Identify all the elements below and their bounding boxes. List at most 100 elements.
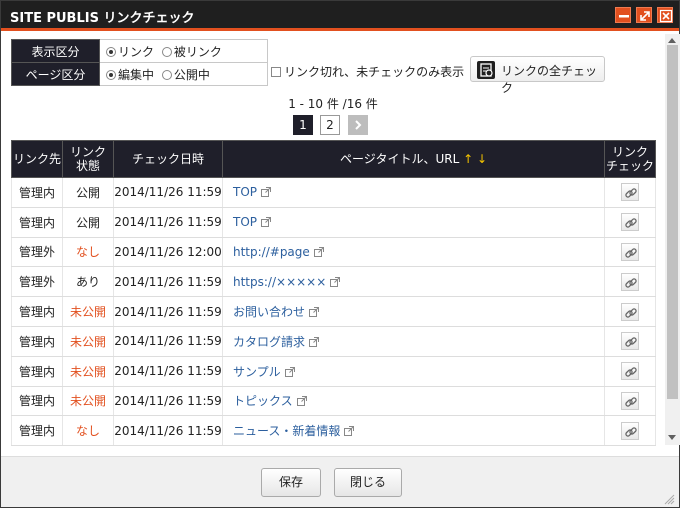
- cell-check: [604, 266, 656, 298]
- cell-dest: 管理内: [11, 207, 63, 238]
- radio-backlink-label[interactable]: 被リンク: [174, 45, 222, 59]
- header-check-line1: リンク: [611, 145, 648, 159]
- external-link-icon[interactable]: [310, 245, 324, 259]
- cell-check: [604, 386, 656, 417]
- cell-title: http://#page: [222, 237, 605, 268]
- header-check-line2: チェック: [605, 159, 654, 173]
- maximize-button[interactable]: [636, 7, 652, 23]
- cell-check: [604, 207, 656, 238]
- cell-date: 2014/11/26 12:00: [113, 237, 223, 268]
- cell-date: 2014/11/26 11:59: [113, 386, 223, 417]
- link-check-button[interactable]: [621, 183, 639, 202]
- header-status-line2: 状態: [75, 159, 100, 173]
- cell-title: トピックス: [222, 386, 605, 417]
- page-1-button[interactable]: 1: [293, 115, 313, 135]
- display-type-label: 表示区分: [11, 39, 100, 63]
- title-bar[interactable]: SITE PUBLIS リンクチェック: [1, 1, 679, 31]
- external-link-icon[interactable]: [326, 275, 341, 289]
- cell-dest: 管理内: [11, 296, 63, 327]
- cell-status: なし: [62, 237, 114, 268]
- header-dest: リンク先: [11, 140, 63, 178]
- link-check-button[interactable]: [621, 272, 639, 291]
- table-row: 管理外 あり 2014/11/26 11:59 https://×××××: [11, 266, 656, 298]
- cell-check: [604, 237, 656, 268]
- save-button[interactable]: 保存: [261, 468, 321, 497]
- cell-date: 2014/11/26 11:59: [113, 266, 223, 298]
- sort-desc-icon[interactable]: ↓: [477, 152, 487, 166]
- check-all-label: リンクの全チェック: [501, 64, 598, 95]
- link-check-button[interactable]: [621, 332, 639, 351]
- cell-status: なし: [62, 415, 114, 447]
- external-link-icon[interactable]: [257, 185, 272, 199]
- radio-editing[interactable]: [106, 69, 116, 80]
- external-link-icon[interactable]: [340, 424, 355, 438]
- cell-status: 公開: [62, 207, 114, 238]
- cell-status: 未公開: [62, 356, 114, 387]
- radio-link[interactable]: [106, 46, 116, 57]
- external-link-icon[interactable]: [305, 305, 320, 319]
- cell-dest: 管理内: [11, 326, 63, 357]
- table-row: 管理内 未公開 2014/11/26 11:59 お問い合わせ: [11, 296, 656, 327]
- page-2-button[interactable]: 2: [320, 115, 340, 135]
- cell-date: 2014/11/26 11:59: [113, 296, 223, 327]
- link-check-button[interactable]: [621, 242, 639, 261]
- link-check-button[interactable]: [621, 391, 639, 410]
- scroll-down-icon[interactable]: [668, 435, 676, 440]
- minimize-button[interactable]: [615, 7, 631, 23]
- cell-dest: 管理内: [11, 177, 63, 208]
- scroll-up-icon[interactable]: [668, 38, 676, 43]
- page-link[interactable]: http://#page: [233, 245, 310, 259]
- cell-title: TOP: [222, 177, 605, 208]
- cell-date: 2014/11/26 11:59: [113, 326, 223, 357]
- cell-date: 2014/11/26 11:59: [113, 177, 223, 208]
- vertical-scrollbar[interactable]: [665, 34, 680, 445]
- window-title: SITE PUBLIS リンクチェック: [10, 11, 195, 26]
- cell-check: [604, 296, 656, 327]
- link-check-button[interactable]: [621, 421, 639, 440]
- page-link[interactable]: カタログ請求: [233, 335, 305, 349]
- content-area: 表示区分 リンク 被リンク ページ区分 編集中 公開中 リンク切れ、未チェックの…: [1, 34, 665, 454]
- table-row: 管理外 なし 2014/11/26 12:00 http://#page: [11, 237, 656, 268]
- radio-published-label[interactable]: 公開中: [174, 68, 210, 82]
- resize-grip-icon[interactable]: [663, 493, 675, 505]
- broken-only-filter[interactable]: リンク切れ、未チェックのみ表示: [271, 63, 464, 80]
- next-page-button[interactable]: [348, 115, 368, 135]
- display-type-options: リンク 被リンク: [99, 39, 268, 63]
- page-link[interactable]: お問い合わせ: [233, 305, 305, 319]
- minimize-icon: [619, 15, 629, 18]
- cell-check: [604, 177, 656, 208]
- header-check: リンク チェック: [604, 140, 656, 178]
- external-link-icon[interactable]: [281, 365, 295, 379]
- page-link[interactable]: https://×××××: [233, 275, 326, 289]
- header-title-label: ページタイトル、URL: [339, 152, 460, 166]
- sort-asc-icon[interactable]: ↑: [463, 152, 473, 166]
- check-all-icon: [477, 61, 495, 79]
- close-window-button[interactable]: [657, 7, 673, 23]
- cell-check: [604, 326, 656, 357]
- radio-link-label[interactable]: リンク: [118, 45, 154, 59]
- header-title: ページタイトル、URL ↑ ↓: [222, 140, 605, 178]
- external-link-icon[interactable]: [293, 394, 307, 408]
- close-button[interactable]: 閉じる: [334, 468, 402, 497]
- radio-published[interactable]: [161, 69, 172, 80]
- broken-only-label[interactable]: リンク切れ、未チェックのみ表示: [284, 65, 464, 79]
- page-link[interactable]: トピックス: [233, 394, 293, 408]
- page-link[interactable]: サンプル: [233, 365, 281, 379]
- page-link[interactable]: TOP: [233, 185, 257, 199]
- cell-status: 未公開: [62, 326, 114, 357]
- link-check-button[interactable]: [621, 213, 639, 232]
- radio-editing-label[interactable]: 編集中: [118, 68, 154, 82]
- external-link-icon[interactable]: [257, 215, 272, 229]
- radio-backlink[interactable]: [161, 46, 172, 57]
- page-link[interactable]: ニュース・新着情報: [233, 424, 340, 438]
- page-link[interactable]: TOP: [233, 215, 257, 229]
- external-link-icon[interactable]: [305, 335, 320, 349]
- check-all-button[interactable]: リンクの全チェック: [470, 56, 605, 95]
- scroll-thumb[interactable]: [667, 45, 678, 399]
- link-check-button[interactable]: [621, 302, 639, 321]
- cell-status: 未公開: [62, 296, 114, 327]
- table-row: 管理内 未公開 2014/11/26 11:59 トピックス: [11, 386, 656, 417]
- cell-check: [604, 356, 656, 387]
- broken-only-checkbox[interactable]: [271, 67, 281, 77]
- link-check-button[interactable]: [621, 362, 639, 381]
